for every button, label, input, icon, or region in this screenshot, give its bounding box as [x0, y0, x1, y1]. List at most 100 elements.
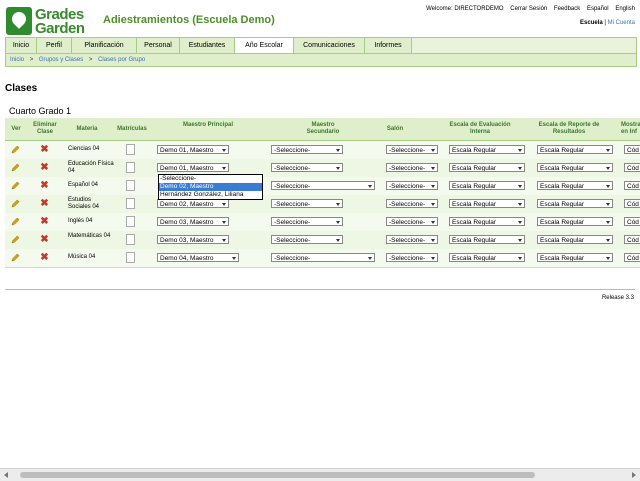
escala-reporte-select[interactable]: Escala Regular	[537, 163, 613, 172]
school-link[interactable]: Escuela	[580, 20, 603, 26]
pencil-edit-icon[interactable]	[11, 181, 20, 190]
breadcrumb: Inicio > Grupos y Clases > Clases por Gr…	[5, 53, 637, 67]
maestro-principal-select[interactable]: Demo 04, Maestro	[157, 253, 239, 262]
mostrar-select[interactable]: Cód	[624, 163, 640, 172]
salon-select[interactable]: -Seleccione-	[386, 181, 438, 190]
maestro-secundario-select[interactable]: -Seleccione-	[271, 217, 343, 226]
maestro-dropdown-list[interactable]: -Seleccione- Demo 02, Maestro Hernández …	[158, 174, 263, 200]
delete-x-icon[interactable]: ✖	[40, 145, 49, 155]
leaf-logo-icon	[6, 7, 32, 35]
salon-select[interactable]: -Seleccione-	[386, 199, 438, 208]
breadcrumb-grupos[interactable]: Grupos y Clases	[39, 57, 83, 63]
horizontal-scrollbar[interactable]	[0, 468, 640, 481]
dropdown-option-highlighted[interactable]: Demo 02, Maestro	[159, 183, 262, 191]
escala-reporte-select[interactable]: Escala Regular	[537, 217, 613, 226]
lang-en-link[interactable]: English	[615, 6, 635, 12]
escala-interna-select[interactable]: Escala Regular	[449, 199, 525, 208]
col-ver: Ver	[11, 126, 21, 132]
pencil-edit-icon[interactable]	[11, 199, 20, 208]
escala-reporte-select[interactable]: Escala Regular	[537, 235, 613, 244]
delete-x-icon[interactable]: ✖	[40, 235, 49, 245]
mostrar-select[interactable]: Cód	[624, 199, 640, 208]
mostrar-select[interactable]: Cód	[624, 145, 640, 154]
document-icon[interactable]	[126, 198, 135, 209]
document-icon[interactable]	[126, 234, 135, 245]
grades-garden-logo[interactable]: Grades Garden	[6, 6, 96, 37]
tab-ano-escolar[interactable]: Año Escolar	[235, 38, 294, 53]
salon-select[interactable]: -Seleccione-	[386, 253, 438, 262]
escala-interna-select[interactable]: Escala Regular	[449, 253, 525, 262]
salon-select[interactable]: -Seleccione-	[386, 235, 438, 244]
feedback-link[interactable]: Feedback	[554, 6, 580, 12]
document-icon[interactable]	[126, 252, 135, 263]
maestro-secundario-select[interactable]: -Seleccione-	[271, 199, 343, 208]
pencil-edit-icon[interactable]	[11, 217, 20, 226]
pencil-edit-icon[interactable]	[11, 253, 20, 262]
tab-informes[interactable]: Informes	[365, 38, 412, 53]
tab-perfil[interactable]: Perfil	[37, 38, 72, 53]
tab-comunicaciones[interactable]: Comunicaciones	[294, 38, 365, 53]
delete-x-icon[interactable]: ✖	[40, 181, 49, 191]
tab-personal[interactable]: Personal	[137, 38, 180, 53]
maestro-secundario-select[interactable]: -Seleccione-	[271, 253, 375, 262]
logout-link[interactable]: Cerrar Sesión	[510, 6, 547, 12]
delete-x-icon[interactable]: ✖	[40, 199, 49, 209]
tab-estudiantes[interactable]: Estudiantes	[180, 38, 235, 53]
scroll-right-arrow-icon[interactable]	[632, 472, 636, 478]
scrollbar-thumb[interactable]	[20, 472, 535, 478]
table-header: Ver Eliminar Clase Materia Matrículas Ma…	[5, 118, 640, 141]
tab-inicio[interactable]: Inicio	[6, 38, 37, 53]
maestro-secundario-select[interactable]: -Seleccione-	[271, 235, 343, 244]
delete-x-icon[interactable]: ✖	[40, 217, 49, 227]
my-account-link[interactable]: Mi Cuenta	[608, 20, 635, 26]
escala-interna-select[interactable]: Escala Regular	[449, 235, 525, 244]
delete-x-icon[interactable]: ✖	[40, 253, 49, 263]
document-icon[interactable]	[126, 162, 135, 173]
subject-name: Matemáticas 04	[68, 233, 111, 239]
breadcrumb-separator: >	[88, 57, 93, 63]
document-icon[interactable]	[126, 216, 135, 227]
escala-interna-select[interactable]: Escala Regular	[449, 145, 525, 154]
mostrar-select[interactable]: Cód	[624, 217, 640, 226]
escala-interna-select[interactable]: Escala Regular	[449, 217, 525, 226]
scroll-left-arrow-icon[interactable]	[4, 472, 8, 478]
maestro-secundario-select[interactable]: -Seleccione-	[271, 145, 343, 154]
escala-reporte-select[interactable]: Escala Regular	[537, 253, 613, 262]
lang-es-link[interactable]: Español	[587, 6, 609, 12]
breadcrumb-clases[interactable]: Clases por Grupo	[98, 57, 145, 63]
breadcrumb-inicio[interactable]: Inicio	[10, 57, 24, 63]
escala-reporte-select[interactable]: Escala Regular	[537, 199, 613, 208]
dropdown-option[interactable]: -Seleccione-	[159, 175, 262, 183]
mostrar-select[interactable]: Cód	[624, 235, 640, 244]
mostrar-select[interactable]: Cód	[624, 253, 640, 262]
pencil-edit-icon[interactable]	[11, 235, 20, 244]
escala-reporte-select[interactable]: Escala Regular	[537, 181, 613, 190]
maestro-principal-select[interactable]: Demo 01, Maestro	[157, 145, 229, 154]
school-title: Adiestramientos (Escuela Demo)	[103, 14, 275, 26]
maestro-principal-select[interactable]: Demo 01, Maestro	[157, 163, 229, 172]
salon-select[interactable]: -Seleccione-	[386, 145, 438, 154]
salon-select[interactable]: -Seleccione-	[386, 163, 438, 172]
document-icon[interactable]	[126, 144, 135, 155]
maestro-principal-select[interactable]: Demo 03, Maestro	[157, 235, 229, 244]
subject-name: Educación Física 04	[68, 161, 114, 174]
mostrar-select[interactable]: Cód	[624, 181, 640, 190]
escala-interna-select[interactable]: Escala Regular	[449, 163, 525, 172]
delete-x-icon[interactable]: ✖	[40, 163, 49, 173]
maestro-principal-select[interactable]: Demo 03, Maestro	[157, 217, 229, 226]
salon-select[interactable]: -Seleccione-	[386, 217, 438, 226]
maestro-principal-select[interactable]: Demo 02, Maestro	[157, 199, 229, 208]
col-eliminar: Eliminar Clase	[33, 122, 57, 135]
tab-planificacion[interactable]: Planificación	[72, 38, 137, 53]
subject-name: Inglés 04	[68, 218, 93, 224]
pencil-edit-icon[interactable]	[11, 145, 20, 154]
dropdown-option[interactable]: Hernández González, Liliana	[159, 191, 262, 199]
escala-interna-select[interactable]: Escala Regular	[449, 181, 525, 190]
document-icon[interactable]	[126, 180, 135, 191]
pencil-edit-icon[interactable]	[11, 163, 20, 172]
escala-reporte-select[interactable]: Escala Regular	[537, 145, 613, 154]
maestro-secundario-select[interactable]: -Seleccione-	[271, 181, 375, 190]
account-switch: Escuela | Mi Cuenta	[580, 20, 635, 26]
maestro-secundario-select[interactable]: -Seleccione-	[271, 163, 343, 172]
subject-name: Ciencias 04	[68, 146, 100, 152]
